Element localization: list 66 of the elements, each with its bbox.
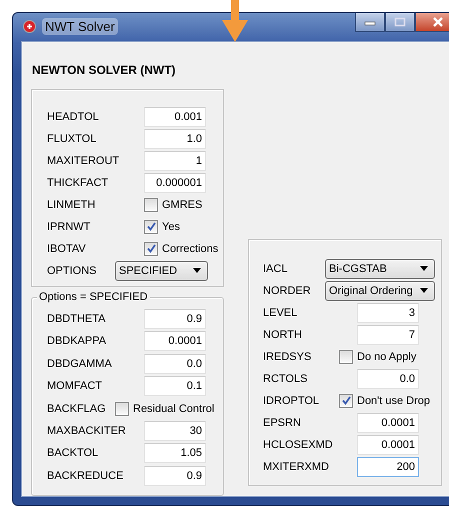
value-field[interactable]: 0.0 [357,368,419,389]
parameter-label: BACKREDUCE [47,470,124,482]
maximize-icon [394,17,406,27]
value-field[interactable]: 30 [144,421,206,442]
parameter-label: BACKTOL [47,447,100,460]
caret-icon [420,266,428,272]
checkbox[interactable]: GMRES [144,198,202,212]
parameter-label: NORDER [263,284,312,297]
checkbox[interactable]: Corrections [144,242,218,256]
maximize-button[interactable] [385,13,415,32]
checkbox[interactable]: Yes [144,220,180,234]
minimize-button[interactable] [355,13,385,32]
check-icon [146,243,156,254]
caret-icon [193,268,201,274]
value-field[interactable]: 3 [357,302,419,323]
parameter-label: THICKFACT [47,176,110,189]
solver-dropdown[interactable]: Bi-CGSTAB [325,258,435,279]
checkbox[interactable]: Don't use Drop [339,394,430,408]
checkbox[interactable]: Residual Control [115,402,214,416]
value-field[interactable]: 0.0001 [144,331,206,352]
parameter-label: DBDTHETA [47,313,106,326]
pointer-arrow [222,0,248,42]
dialog-heading: NEWTON SOLVER (NWT) [32,62,177,77]
app-icon [23,20,36,34]
parameter-label: MAXITEROUT [47,154,120,167]
parameter-label: IDROPTOL [263,394,320,407]
parameter-label: MAXBACKITER [47,425,127,438]
parameter-label: HCLOSEXMD [263,438,334,451]
parameter-label: LEVEL [263,306,298,319]
group-legend: Options = SPECIFIED [37,290,150,303]
value-field[interactable]: 1.05 [144,443,206,464]
close-button[interactable] [415,13,449,32]
parameter-label: MOMFACT [47,380,103,392]
options-dropdown[interactable]: SPECIFIED [115,260,208,281]
value-field[interactable]: 0.0 [144,354,206,374]
window-title: NWT Solver [42,18,118,36]
value-field[interactable]: 0.001 [144,106,206,127]
close-icon [431,16,445,28]
value-field[interactable]: 0.9 [144,466,206,486]
parameter-label: LINMETH [47,198,96,211]
value-field[interactable]: 1.0 [144,128,206,149]
parameter-label: IPRNWT [47,220,92,233]
parameter-label: IREDSYS [263,350,312,363]
check-icon [340,395,352,406]
value-field[interactable]: 0.0001 [357,434,419,455]
parameter-label: IBOTAV [47,242,87,255]
parameter-label: DBDGAMMA [47,358,113,370]
check-icon [146,221,156,232]
parameter-label: EPSRN [263,416,302,429]
value-field[interactable]: 0.0001 [357,412,419,433]
solver-dropdown[interactable]: Original Ordering [325,280,435,301]
parameter-label: MXITERXMD [263,460,330,473]
value-field[interactable]: 0.1 [144,376,206,396]
checkbox[interactable]: Do no Apply [339,350,416,364]
parameter-label: IACL [263,262,288,275]
parameter-label: RCTOLS [263,372,308,385]
parameter-label: HEADTOL [47,110,100,123]
value-field[interactable]: 0.9 [144,309,206,330]
value-field[interactable]: 200 [357,456,419,477]
value-field[interactable]: 7 [357,324,419,345]
parameter-label: NORTH [263,328,303,341]
parameter-label: DBDKAPPA [47,335,108,348]
parameter-label: FLUXTOL [47,132,98,145]
caret-icon [420,288,428,294]
value-field[interactable]: 0.000001 [144,172,206,193]
value-field[interactable]: 1 [144,150,206,171]
